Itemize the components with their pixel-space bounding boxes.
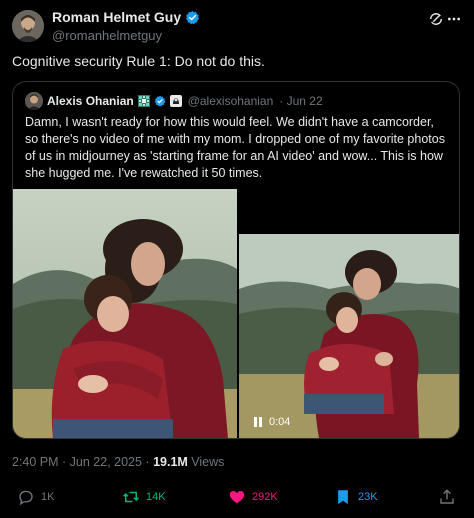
timestamp[interactable]: 2:40 PM · Jun 22, 2025 · <box>12 455 153 469</box>
quote-text: Damn, I wasn't ready for how this would … <box>25 115 445 180</box>
reply-icon <box>19 490 33 506</box>
avatar[interactable] <box>12 10 44 42</box>
share-icon <box>440 489 454 504</box>
tweet: Roman Helmet Guy @romanhelmetguy Cogniti… <box>0 0 474 518</box>
affiliate-badge-icon <box>169 95 182 107</box>
share-button[interactable] <box>438 488 456 506</box>
video-time: 0:04 <box>269 416 291 428</box>
like-button[interactable]: 292K <box>228 488 278 506</box>
action-bar: 1K 14K 292K 23K <box>12 488 460 512</box>
reply-button[interactable]: 1K <box>17 488 54 506</box>
verified-badge-icon <box>154 95 165 107</box>
quoted-tweet[interactable]: Alexis Ohanian @alexisohanian · Jun 22 D… <box>12 81 460 439</box>
views-count: 19.1M <box>153 455 188 469</box>
reply-count: 1K <box>41 491 55 503</box>
pause-icon[interactable] <box>253 417 263 427</box>
retweet-icon <box>122 491 140 503</box>
quote-author-handle: @alexisohanian <box>187 94 274 108</box>
tweet-meta: 2:40 PM · Jun 22, 2025 · 19.1M Views <box>12 455 224 469</box>
tweet-text: Cognitive security Rule 1: Do not do thi… <box>12 53 265 69</box>
ai-video[interactable]: 0:04 <box>239 234 459 438</box>
grok-icon[interactable] <box>428 11 444 27</box>
bookmark-count: 23K <box>358 491 378 503</box>
verified-badge-icon <box>186 10 200 24</box>
like-count: 292K <box>252 491 278 503</box>
quote-avatar <box>25 92 43 110</box>
quote-header: Alexis Ohanian @alexisohanian · Jun 22 <box>25 92 323 110</box>
quote-date: · Jun 22 <box>279 94 323 108</box>
photo-original[interactable] <box>13 189 237 438</box>
bookmark-button[interactable]: 23K <box>334 488 378 506</box>
more-icon[interactable] <box>446 11 462 27</box>
retweet-count: 14K <box>146 491 166 503</box>
tweet-header: Roman Helmet Guy @romanhelmetguy <box>12 8 462 48</box>
author-name[interactable]: Roman Helmet Guy <box>52 9 181 25</box>
retweet-button[interactable]: 14K <box>122 488 166 506</box>
bookmark-icon <box>338 490 348 505</box>
like-icon <box>229 491 245 504</box>
video-controls: 0:04 <box>253 416 290 428</box>
grid-badge-icon <box>137 95 150 107</box>
author-handle[interactable]: @romanhelmetguy <box>52 28 162 43</box>
quote-author-name: Alexis Ohanian <box>47 94 134 108</box>
views-label: Views <box>187 455 225 469</box>
